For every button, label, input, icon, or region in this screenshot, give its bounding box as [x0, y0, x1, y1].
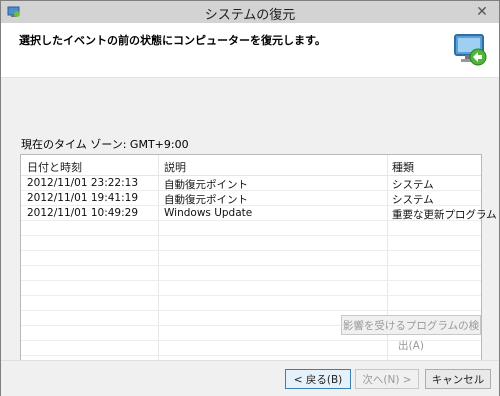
empty-row [21, 221, 481, 236]
table-row[interactable]: 2012/11/01 19:41:19 自動復元ポイント システム [21, 191, 481, 206]
row-description: 自動復元ポイント [164, 194, 248, 206]
timezone-label: 現在のタイム ゾーン: GMT+9:00 [21, 138, 189, 151]
instruction-text: 選択したイベントの前の状態にコンピューターを復元します。 [19, 34, 326, 47]
row-date: 2012/11/01 23:22:13 [27, 177, 139, 189]
row-type: 重要な更新プログラム [392, 209, 497, 221]
back-button[interactable]: < 戻る(B) [285, 369, 351, 389]
empty-row [21, 296, 481, 311]
table-row[interactable]: 2012/11/01 10:49:29 Windows Update 重要な更新… [21, 206, 497, 221]
content-area: 現在のタイム ゾーン: GMT+9:00 日付と時刻 説明 種類 2012/11… [1, 78, 499, 384]
row-type: システム [392, 194, 434, 206]
table-header: 日付と時刻 説明 種類 [21, 155, 481, 176]
next-button[interactable]: 次へ(N) > [355, 369, 419, 389]
column-header-type[interactable]: 種類 [392, 159, 414, 175]
empty-row [21, 236, 481, 251]
column-header-date[interactable]: 日付と時刻 [27, 159, 82, 175]
empty-row [21, 281, 481, 296]
row-description: 自動復元ポイント [164, 179, 248, 191]
row-date: 2012/11/01 10:49:29 [27, 207, 139, 219]
empty-row [21, 266, 481, 281]
window-title: システムの復元 [204, 8, 296, 23]
row-type: システム [392, 179, 434, 191]
table-row[interactable]: 2012/11/01 23:22:13 自動復元ポイント システム [21, 176, 481, 191]
restore-computer-icon [454, 34, 487, 66]
empty-row [21, 251, 481, 266]
close-icon[interactable]: ✕ [471, 3, 493, 21]
column-header-description[interactable]: 説明 [164, 159, 186, 175]
header-panel: 選択したイベントの前の状態にコンピューターを復元します。 [1, 23, 499, 78]
footer-bar: < 戻る(B) 次へ(N) > キャンセル [1, 360, 499, 396]
system-restore-window: システムの復元 ✕ 選択したイベントの前の状態にコンピューターを復元します。 現… [0, 0, 500, 396]
cancel-button[interactable]: キャンセル [425, 369, 491, 389]
row-description: Windows Update [164, 207, 253, 219]
title-bar: システムの復元 ✕ [1, 1, 499, 23]
row-date: 2012/11/01 19:41:19 [27, 192, 139, 204]
scan-affected-programs-button[interactable]: 影響を受けるプログラムの検出(A) [341, 315, 481, 352]
